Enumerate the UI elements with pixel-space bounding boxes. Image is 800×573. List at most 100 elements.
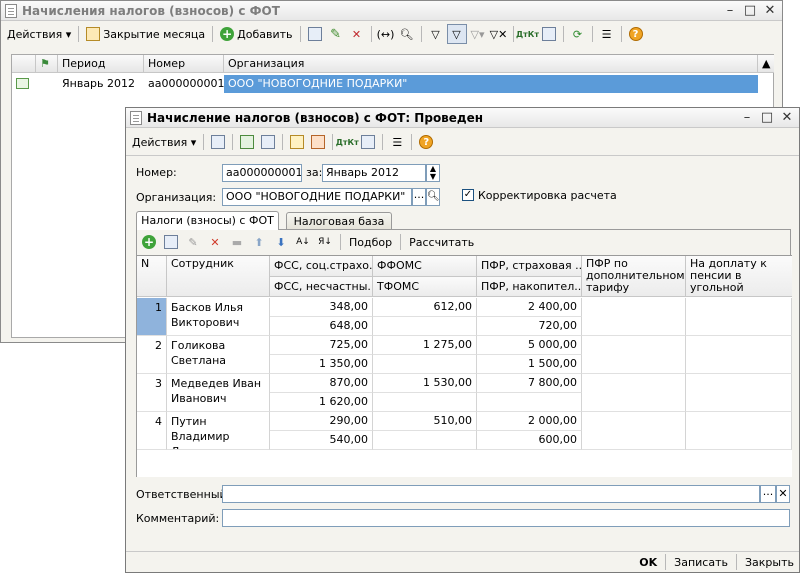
row-coal[interactable] [686, 336, 792, 374]
row-pfr-additional[interactable] [582, 374, 686, 412]
posted-column-header[interactable]: ⚑ [36, 55, 58, 73]
row-employee[interactable]: Медведев Иван Иванович [167, 374, 270, 412]
report-icon[interactable] [539, 24, 559, 44]
sort-asc-icon[interactable]: A↓ [293, 232, 313, 252]
organization-select-button[interactable]: ... [412, 188, 426, 206]
period-field[interactable]: Январь 2012 [322, 164, 426, 182]
document-actions-menu[interactable]: Действия ▾ [129, 132, 199, 152]
close-month-button[interactable]: Закрытие месяца [83, 24, 208, 44]
columns-icon[interactable]: ☰ [387, 132, 407, 152]
row-fss-social[interactable]: 348,00 [270, 298, 373, 317]
journal-actions-menu[interactable]: Действия ▾ [4, 24, 74, 44]
correction-checkbox[interactable]: ✓ [462, 189, 474, 201]
find-icon[interactable]: 🔍︎ [397, 24, 417, 44]
close-icon[interactable]: ✕ [779, 109, 795, 125]
row-tfoms[interactable] [373, 317, 477, 336]
pfr-insurance-column-header[interactable]: ПФР, страховая ... [477, 256, 582, 277]
move-up-icon[interactable]: ⬆ [249, 232, 269, 252]
filter-active-icon[interactable]: ▽ [446, 24, 467, 44]
period-stepper[interactable]: ▲ ▼ [426, 164, 440, 182]
tfoms-column-header[interactable]: ТФОМС [373, 277, 477, 297]
taxes-table[interactable]: N Сотрудник ФСС, соц.страхо... ФСС, несч… [137, 255, 792, 477]
maximize-icon[interactable]: □ [759, 109, 775, 125]
calculate-button[interactable]: Рассчитать [406, 232, 477, 252]
table-row[interactable]: 1 Басков Илья Викторович 348,00 648,00 612,0… [137, 298, 792, 336]
period-column-header[interactable]: Период [58, 55, 144, 73]
based-on-icon[interactable] [287, 132, 307, 152]
organization-field[interactable]: ООО "НОВОГОДНИЕ ПОДАРКИ" [222, 188, 412, 206]
responsible-field[interactable] [222, 485, 760, 503]
post-icon[interactable]: (↔) [376, 24, 396, 44]
clear-filter-icon[interactable]: ▽✕ [489, 24, 509, 44]
number-column-header[interactable]: Номер [144, 55, 224, 73]
fss-social-column-header[interactable]: ФСС, соц.страхо... [270, 256, 373, 277]
row-coal[interactable] [686, 412, 792, 450]
dt-kt-icon[interactable]: ДтКт [336, 132, 359, 152]
row-number[interactable]: 1 [137, 298, 167, 336]
edit-icon[interactable]: ✎ [326, 24, 346, 44]
report-icon[interactable] [358, 132, 378, 152]
coal-column-header[interactable]: На доплату к пенсии в угольной промышлен… [686, 256, 792, 297]
row-pfr-additional[interactable] [582, 412, 686, 450]
row-ffoms[interactable]: 1 275,00 [373, 336, 477, 355]
scroll-up-icon[interactable]: ▲ [758, 55, 774, 73]
row-pfr-accumulative[interactable]: 600,00 [477, 431, 582, 450]
tab-taxes[interactable]: Налоги (взносы) с ФОТ [136, 211, 279, 230]
row-ffoms[interactable]: 510,00 [373, 412, 477, 431]
row-pfr-additional[interactable] [582, 298, 686, 336]
pick-button[interactable]: Подбор [346, 232, 395, 252]
ok-button[interactable]: OK [634, 556, 662, 569]
row-fss-accident[interactable]: 540,00 [270, 431, 373, 450]
n-column-header[interactable]: N [137, 256, 167, 297]
comment-field[interactable] [222, 509, 790, 527]
tab-tax-base[interactable]: Налоговая база [286, 212, 392, 230]
table-row[interactable]: Январь 2012 аа000000001 ООО "НОВОГОДНИЕ … [12, 75, 758, 93]
end-edit-icon[interactable]: ▬ [227, 232, 247, 252]
row-number[interactable]: 4 [137, 412, 167, 450]
row-fss-social[interactable]: 870,00 [270, 374, 373, 393]
fss-accident-column-header[interactable]: ФСС, несчастны... [270, 277, 373, 297]
delete-row-icon[interactable]: ✕ [205, 232, 225, 252]
responsible-clear-icon[interactable]: ✕ [776, 485, 790, 503]
close-icon[interactable]: ✕ [762, 2, 778, 18]
row-fss-social[interactable]: 725,00 [270, 336, 373, 355]
copy-document-icon[interactable] [258, 132, 278, 152]
row-pfr-insurance[interactable]: 7 800,00 [477, 374, 582, 393]
row-number[interactable]: 2 [137, 336, 167, 374]
organization-column-header[interactable]: Организация [224, 55, 758, 73]
help-icon[interactable]: ? [626, 24, 646, 44]
row-coal[interactable] [686, 298, 792, 336]
add-row-icon[interactable]: + [139, 232, 159, 252]
row-pfr-accumulative[interactable]: 1 500,00 [477, 355, 582, 374]
row-pfr-accumulative[interactable] [477, 393, 582, 412]
sort-desc-icon[interactable]: Я↓ [315, 232, 335, 252]
pfr-additional-column-header[interactable]: ПФР по дополнительному тарифу [582, 256, 686, 297]
row-pfr-insurance[interactable]: 2 000,00 [477, 412, 582, 431]
employee-column-header[interactable]: Сотрудник [167, 256, 270, 297]
post-document-icon[interactable] [237, 132, 257, 152]
copy-icon[interactable] [305, 24, 325, 44]
structure-icon[interactable] [308, 132, 328, 152]
row-tfoms[interactable] [373, 431, 477, 450]
maximize-icon[interactable]: □ [742, 2, 758, 18]
table-row[interactable]: 4Путин Владимир Львович290,00540,00510,0… [137, 412, 792, 450]
close-button[interactable]: Закрыть [740, 556, 799, 569]
status-column-header[interactable] [12, 55, 36, 73]
save-close-icon[interactable] [208, 132, 228, 152]
edit-row-icon[interactable]: ✎ [183, 232, 203, 252]
row-coal[interactable] [686, 374, 792, 412]
number-field[interactable]: аа000000001 [222, 164, 302, 182]
dt-kt-icon[interactable]: ДтКт [516, 24, 539, 44]
table-row[interactable]: 2 Голикова Светлана 725,00 1 350,00 1 275,00… [137, 336, 792, 374]
columns-icon[interactable]: ☰ [597, 24, 617, 44]
move-down-icon[interactable]: ⬇ [271, 232, 291, 252]
refresh-icon[interactable]: ⟳ [568, 24, 588, 44]
delete-icon[interactable]: ✕ [347, 24, 367, 44]
ffoms-column-header[interactable]: ФФОМС [373, 256, 477, 277]
row-employee[interactable]: Голикова Светлана [167, 336, 270, 374]
row-fss-accident[interactable]: 1 620,00 [270, 393, 373, 412]
row-tfoms[interactable] [373, 355, 477, 374]
copy-row-icon[interactable] [161, 232, 181, 252]
row-number[interactable]: 3 [137, 374, 167, 412]
filter-list-icon[interactable]: ▽▾ [468, 24, 488, 44]
